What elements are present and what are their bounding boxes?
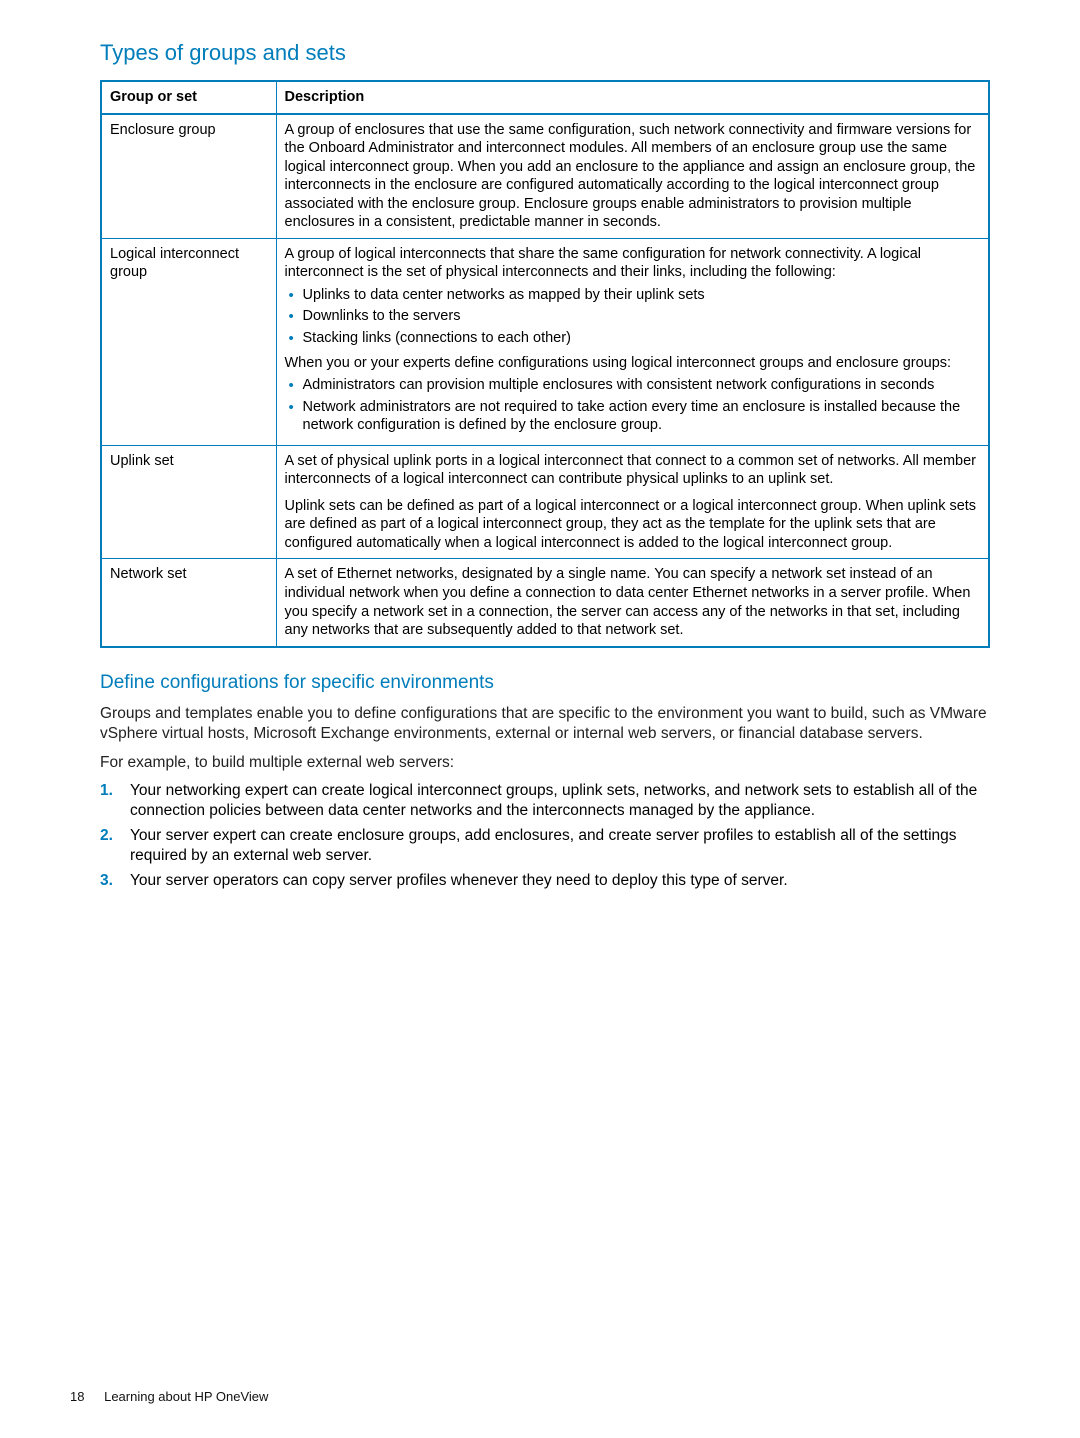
row-name-uplink: Uplink set [101,445,276,559]
steps-list: Your networking expert can create logica… [100,781,990,891]
logical-bullets-config: Uplinks to data center networks as mappe… [285,286,981,348]
step-item: Your networking expert can create logica… [100,781,990,822]
section-heading-types: Types of groups and sets [100,40,990,66]
row-desc-enclosure: A group of enclosures that use the same … [276,114,989,239]
list-item: Uplinks to data center networks as mappe… [285,286,981,305]
row-desc-logical: A group of logical interconnects that sh… [276,238,989,445]
uplink-p2: Uplink sets can be defined as part of a … [285,497,981,553]
page-footer: 18 Learning about HP OneView [70,1389,268,1404]
list-item: Network administrators are not required … [285,398,981,435]
table-row: Logical interconnect group A group of lo… [101,238,989,445]
body-paragraph: For example, to build multiple external … [100,753,990,773]
logical-mid: When you or your experts define configur… [285,354,981,373]
row-desc-uplink: A set of physical uplink ports in a logi… [276,445,989,559]
footer-title: Learning about HP OneView [104,1389,268,1404]
list-item: Administrators can provision multiple en… [285,376,981,395]
list-item: Downlinks to the servers [285,307,981,326]
logical-bullets-benefits: Administrators can provision multiple en… [285,376,981,435]
step-item: Your server operators can copy server pr… [100,871,990,891]
row-name-network: Network set [101,559,276,647]
table-row: Network set A set of Ethernet networks, … [101,559,989,647]
page-number: 18 [70,1389,84,1404]
row-desc-network: A set of Ethernet networks, designated b… [276,559,989,647]
table-header-group: Group or set [101,81,276,114]
section-heading-define: Define configurations for specific envir… [100,672,990,694]
table-row: Enclosure group A group of enclosures th… [101,114,989,239]
table-row: Uplink set A set of physical uplink port… [101,445,989,559]
row-name-enclosure: Enclosure group [101,114,276,239]
list-item: Stacking links (connections to each othe… [285,329,981,348]
logical-intro: A group of logical interconnects that sh… [285,245,981,282]
uplink-p1: A set of physical uplink ports in a logi… [285,452,981,489]
groups-sets-table: Group or set Description Enclosure group… [100,80,990,648]
table-header-description: Description [276,81,989,114]
row-name-logical: Logical interconnect group [101,238,276,445]
body-paragraph: Groups and templates enable you to defin… [100,704,990,745]
step-item: Your server expert can create enclosure … [100,826,990,867]
